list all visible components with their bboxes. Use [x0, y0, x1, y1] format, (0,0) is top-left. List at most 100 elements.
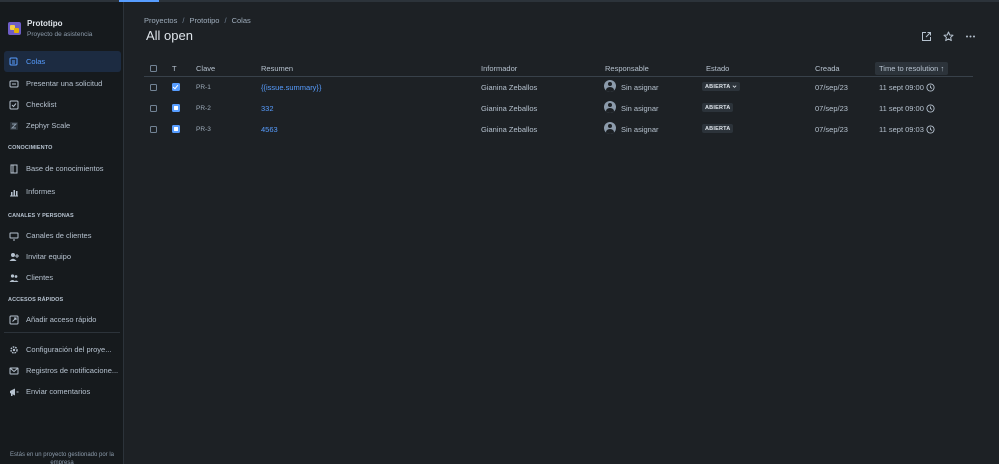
mail-icon [9, 366, 19, 376]
project-header[interactable]: Prototipo Proyecto de asistencia [8, 18, 92, 40]
issue-summary[interactable]: 4563 [261, 125, 278, 134]
sidebar-item-label: Checklist [26, 100, 57, 109]
sidebar-divider [4, 332, 120, 333]
project-avatar-icon [8, 22, 21, 35]
issue-reporter: Gianina Zeballos [481, 104, 538, 113]
unassigned-avatar-icon [604, 80, 616, 92]
sidebar-item-knowledge-base[interactable]: Base de conocimientos [4, 158, 121, 179]
issue-time-to-resolution: 11 sept 09:00 [879, 104, 935, 113]
issue-summary[interactable]: 332 [261, 104, 274, 113]
table-header: T Clave Resumen Informador Responsable E… [144, 60, 973, 77]
issue-summary[interactable]: {{issue.summary}} [261, 83, 321, 92]
select-all-checkbox[interactable] [150, 65, 157, 72]
status-badge[interactable]: ABIERTA [702, 103, 734, 112]
breadcrumb-separator: / [224, 16, 227, 25]
sidebar-item-colas[interactable]: Colas [4, 51, 121, 72]
row-checkbox[interactable] [150, 105, 157, 112]
breadcrumb: Proyectos / Prototipo / Colas [144, 16, 251, 25]
sidebar-item-checklist[interactable]: Checklist [4, 94, 121, 115]
issue-assignee[interactable]: Sin asignar [621, 104, 659, 113]
sidebar-item-label: Base de conocimientos [26, 164, 104, 173]
chevron-down-icon [732, 85, 737, 88]
column-header-reporter[interactable]: Informador [481, 64, 517, 73]
issue-key[interactable]: PR-1 [196, 84, 211, 91]
people-icon [9, 273, 19, 283]
sidebar-item-send-feedback[interactable]: Enviar comentarios [4, 381, 121, 402]
task-type-icon [172, 83, 180, 91]
table-row[interactable]: PR-1 {{issue.summary}} Gianina Zeballos … [144, 77, 973, 98]
megaphone-icon [9, 387, 19, 397]
status-label: ABIERTA [705, 104, 731, 111]
issue-created: 07/sep/23 [815, 104, 848, 113]
table-row[interactable]: PR-2 332 Gianina Zeballos Sin asignar AB… [144, 98, 973, 119]
sidebar-item-clientes[interactable]: Clientes [4, 267, 121, 288]
open-external-icon[interactable] [920, 30, 932, 42]
project-name: Prototipo [27, 19, 63, 28]
sidebar-item-project-settings[interactable]: Configuración del proye... [4, 339, 121, 360]
status-label: ABIERTA [705, 125, 731, 132]
sidebar-item-presentar-solicitud[interactable]: Presentar una solicitud [4, 73, 121, 94]
clock-icon [926, 83, 935, 92]
project-type: Proyecto de asistencia [27, 31, 93, 38]
gear-icon [9, 345, 19, 355]
column-header-summary[interactable]: Resumen [261, 64, 293, 73]
issue-reporter: Gianina Zeballos [481, 125, 538, 134]
sidebar-item-label: Configuración del proye... [26, 345, 112, 354]
sidebar-item-label: Zephyr Scale [26, 121, 71, 130]
sidebar-item-add-shortcut[interactable]: Añadir acceso rápido [4, 309, 121, 330]
sidebar-item-label: Informes [26, 187, 56, 196]
clock-icon [926, 125, 935, 134]
issue-key[interactable]: PR-3 [196, 126, 211, 133]
breadcrumb-item-colas[interactable]: Colas [232, 16, 251, 25]
more-options-icon[interactable] [964, 30, 976, 42]
issue-assignee[interactable]: Sin asignar [621, 83, 659, 92]
row-checkbox[interactable] [150, 126, 157, 133]
resolution-value: 11 sept 09:03 [879, 125, 924, 134]
sidebar-item-label: Invitar equipo [26, 252, 72, 261]
checklist-icon [9, 100, 19, 110]
column-header-resolution[interactable]: Time to resolution ↑ [875, 62, 949, 75]
status-badge[interactable]: ABIERTA [702, 124, 734, 133]
row-checkbox[interactable] [150, 84, 157, 91]
section-heading-shortcuts: ACCESOS RÁPIDOS [8, 297, 64, 303]
column-header-created[interactable]: Creada [815, 64, 840, 73]
column-header-resolution-label: Time to resolution [879, 64, 939, 73]
zephyr-icon [9, 121, 19, 131]
sidebar-item-notification-logs[interactable]: Registros de notificacione... [4, 360, 121, 381]
status-badge-dropdown[interactable]: ABIERTA [702, 82, 741, 91]
sidebar-item-invite-team[interactable]: Invitar equipo [4, 246, 121, 267]
page-actions [920, 30, 976, 42]
column-header-status[interactable]: Estado [706, 64, 729, 73]
star-icon[interactable] [942, 30, 954, 42]
breadcrumb-item-proyectos[interactable]: Proyectos [144, 16, 177, 25]
invite-icon [9, 252, 19, 262]
issues-table: T Clave Resumen Informador Responsable E… [144, 60, 973, 140]
active-tab-indicator [119, 0, 159, 2]
breadcrumb-separator: / [182, 16, 185, 25]
issue-assignee[interactable]: Sin asignar [621, 125, 659, 134]
sidebar-item-customer-channels[interactable]: Canales de clientes [4, 225, 121, 246]
column-header-key[interactable]: Clave [196, 64, 215, 73]
issue-reporter: Gianina Zeballos [481, 83, 538, 92]
sidebar-item-label: Clientes [26, 273, 54, 282]
raise-request-icon [9, 79, 19, 89]
breadcrumb-item-prototipo[interactable]: Prototipo [189, 16, 219, 25]
sidebar-item-label: Canales de clientes [26, 231, 92, 240]
status-label: ABIERTA [705, 83, 731, 90]
sidebar-item-label: Añadir acceso rápido [26, 315, 97, 324]
top-navigation-strip [0, 0, 999, 2]
issue-created: 07/sep/23 [815, 83, 848, 92]
issue-key[interactable]: PR-2 [196, 105, 211, 112]
section-heading-knowledge: CONOCIMIENTO [8, 145, 53, 151]
page-title: All open [146, 28, 193, 43]
sidebar-item-label: Presentar una solicitud [26, 79, 103, 88]
column-header-assignee[interactable]: Responsable [605, 64, 649, 73]
column-header-type[interactable]: T [172, 64, 177, 73]
chart-icon [9, 187, 19, 197]
sidebar-item-label: Enviar comentarios [26, 387, 91, 396]
sort-ascending-icon: ↑ [940, 64, 945, 73]
sidebar-item-zephyr[interactable]: Zephyr Scale [4, 115, 121, 136]
sidebar-item-informes[interactable]: Informes [4, 181, 121, 202]
sidebar-item-label: Registros de notificacione... [26, 366, 119, 375]
table-row[interactable]: PR-3 4563 Gianina Zeballos Sin asignar A… [144, 119, 973, 140]
